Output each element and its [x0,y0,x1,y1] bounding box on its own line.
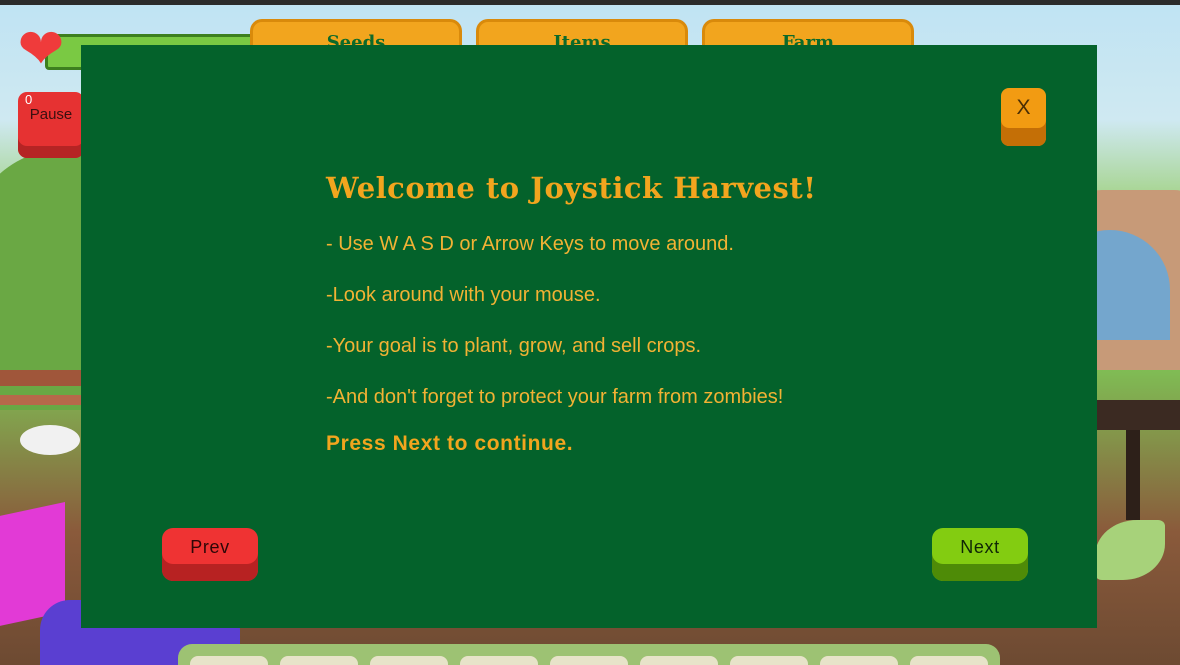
instruction-line: -And don't forget to protect your farm f… [326,386,784,408]
tutorial-modal: X Welcome to Joystick Harvest! - Use W A… [81,45,1097,628]
table-leg [1126,430,1140,520]
pause-count: 0 [25,92,33,107]
next-button[interactable]: Next [932,528,1028,581]
heart-icon: ❤ [17,17,65,82]
instruction-line: -Look around with your mouse. [326,284,601,306]
prev-label: Prev [190,537,230,557]
next-label: Next [960,537,1000,557]
fence-rail-lower [0,395,90,405]
continue-hint: Press Next to continue. [326,432,574,455]
hotbar-slot[interactable] [820,656,898,665]
prev-button[interactable]: Prev [162,528,258,581]
hotbar-slot[interactable] [370,656,448,665]
close-button[interactable]: X [1001,88,1046,146]
hotbar-slot[interactable] [190,656,268,665]
window-top-bar [0,0,1180,5]
modal-title: Welcome to Joystick Harvest! [326,171,817,205]
pause-label: Pause [29,106,73,123]
hotbar-slot[interactable] [280,656,358,665]
instruction-line: - Use W A S D or Arrow Keys to move arou… [326,233,734,255]
fence-rail [0,370,90,386]
hotbar-slot[interactable] [910,656,988,665]
pause-button[interactable]: 0 Pause [18,92,84,158]
hotbar-slot[interactable] [550,656,628,665]
hotbar-slot[interactable] [640,656,718,665]
instruction-line: -Your goal is to plant, grow, and sell c… [326,335,702,357]
close-icon: X [1016,96,1031,119]
wooden-table [1090,400,1180,430]
plant-leaf [1095,520,1165,580]
hotbar-slot[interactable] [730,656,808,665]
hotbar-slot[interactable] [460,656,538,665]
flower [20,425,80,455]
